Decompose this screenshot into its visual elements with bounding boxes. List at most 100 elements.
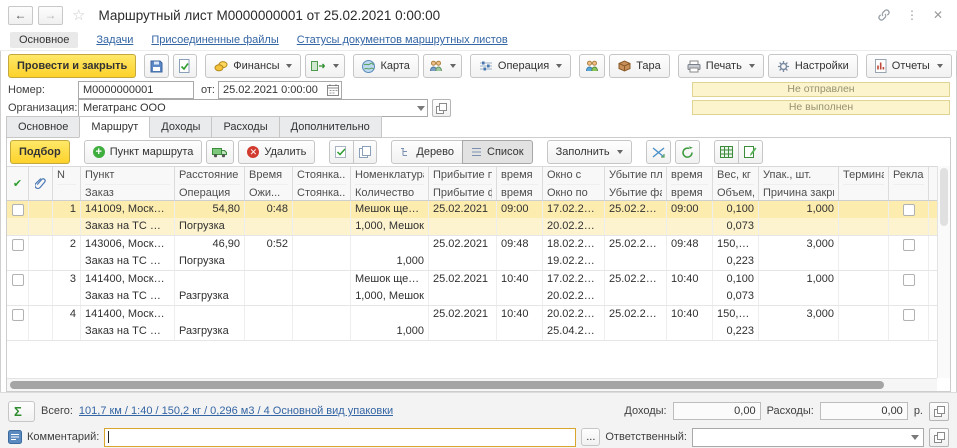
cell-sel[interactable] <box>7 306 29 340</box>
cell-time1[interactable] <box>245 271 293 305</box>
cell-sel[interactable] <box>7 271 29 305</box>
cell-window[interactable]: 17.02.2021...20.02.2021... <box>543 271 605 305</box>
cell-rasst[interactable]: 54,80Погрузка <box>175 201 245 235</box>
column-header-window[interactable]: Окно сОкно по <box>543 167 605 200</box>
truck-button[interactable] <box>206 140 234 164</box>
crew-button[interactable] <box>579 54 605 78</box>
column-header-punkt[interactable]: ПунктЗаказ <box>81 167 175 200</box>
vertical-scrollbar[interactable] <box>937 166 950 378</box>
cell-reklam[interactable] <box>889 201 929 235</box>
cell-stop[interactable] <box>293 306 351 340</box>
cell-punkt[interactable]: 141400, Московская ...Заказ на ТС М00000… <box>81 306 175 340</box>
cell-sel[interactable] <box>7 236 29 270</box>
cell-clip[interactable] <box>29 271 53 305</box>
cell-clip[interactable] <box>29 201 53 235</box>
finance-button[interactable]: Финансы <box>205 54 301 78</box>
cell-weight[interactable]: 0,1000,073 <box>713 271 759 305</box>
cell-n[interactable]: 1 <box>53 201 81 235</box>
reports-button[interactable]: Отчеты <box>866 54 952 78</box>
operation-button[interactable]: Операция <box>470 54 571 78</box>
cell-dep[interactable]: 25.02.2021 <box>605 236 667 270</box>
cell-window[interactable]: 20.02.2021...25.04.2021... <box>543 306 605 340</box>
cell-weight[interactable]: 150,1000,223 <box>713 236 759 270</box>
cell-sel[interactable] <box>7 201 29 235</box>
save-button[interactable] <box>144 54 169 78</box>
cell-nomen[interactable]: Мешок щебня1,000, Мешок <box>351 271 429 305</box>
totals-sigma-button[interactable]: Σ <box>8 401 35 422</box>
column-header-dep[interactable]: Убытие планУбытие факт <box>605 167 667 200</box>
column-header-time1[interactable]: ВремяОжи... <box>245 167 293 200</box>
cell-nomen[interactable]: 1,000 <box>351 236 429 270</box>
tab-general[interactable]: Основное <box>6 116 80 138</box>
column-header-stop[interactable]: Стоянка...Стоянка... <box>293 167 351 200</box>
tara-button[interactable]: Тара <box>609 54 670 78</box>
cell-window[interactable]: 18.02.2021...19.02.2021... <box>543 236 605 270</box>
column-header-arr[interactable]: Прибытие планПрибытие факт <box>429 167 497 200</box>
grid-edit-button[interactable] <box>738 140 763 164</box>
open-responsible-button[interactable] <box>929 428 949 447</box>
horizontal-scrollbar[interactable] <box>7 378 937 391</box>
tab-route[interactable]: Маршрут <box>79 116 150 138</box>
copy-button[interactable] <box>353 140 377 164</box>
cell-nomen[interactable]: 1,000 <box>351 306 429 340</box>
cell-terminal[interactable] <box>839 271 889 305</box>
tab-tasks[interactable]: Задачи <box>96 34 133 46</box>
delete-button[interactable]: ✕Удалить <box>238 140 315 164</box>
cell-arrtime[interactable]: 09:48 <box>497 236 543 270</box>
cell-clip[interactable] <box>29 306 53 340</box>
cell-dep[interactable]: 25.02.2021 <box>605 271 667 305</box>
list-view-button[interactable]: Список <box>462 140 533 164</box>
row-select-checkbox[interactable] <box>12 204 24 216</box>
cell-pack[interactable]: 1,000 <box>759 271 839 305</box>
tab-attached-files[interactable]: Присоединенные файлы <box>151 34 278 46</box>
cell-deptime[interactable]: 10:40 <box>667 306 713 340</box>
table-row[interactable]: 2143006, Московская ...Заказ на ТС М0000… <box>7 236 937 271</box>
post-document-button[interactable] <box>173 54 197 78</box>
table-row[interactable]: 3141400, Московская ...Заказ на ТС М0000… <box>7 271 937 306</box>
cell-n[interactable]: 3 <box>53 271 81 305</box>
tree-view-button[interactable]: Дерево <box>391 140 463 164</box>
tab-route-doc-statuses[interactable]: Статусы документов маршрутных листов <box>297 34 508 46</box>
cell-rasst[interactable]: Разгрузка <box>175 306 245 340</box>
settings-button[interactable]: Настройки <box>768 54 858 78</box>
cell-nomen[interactable]: Мешок щебня1,000, Мешок <box>351 201 429 235</box>
post-and-close-button[interactable]: Провести и закрыть <box>8 54 136 78</box>
chevron-down-icon[interactable] <box>911 435 919 440</box>
date-input[interactable]: 25.02.2021 0:00:00 <box>218 81 342 99</box>
number-input[interactable]: М0000000001 <box>78 81 194 99</box>
expense-field[interactable]: 0,00 <box>820 402 908 420</box>
calendar-icon[interactable] <box>327 84 339 96</box>
cell-pack[interactable]: 3,000 <box>759 236 839 270</box>
cell-arr[interactable]: 25.02.2021 <box>429 306 497 340</box>
cell-arr[interactable]: 25.02.2021 <box>429 201 497 235</box>
cell-arr[interactable]: 25.02.2021 <box>429 271 497 305</box>
cell-clip[interactable] <box>29 236 53 270</box>
favorite-star-icon[interactable]: ☆ <box>72 6 85 24</box>
close-icon[interactable]: ✕ <box>933 9 943 21</box>
cell-pack[interactable]: 3,000 <box>759 306 839 340</box>
swap-button[interactable] <box>646 140 671 164</box>
cell-reklam[interactable] <box>889 236 929 270</box>
responsible-combobox[interactable] <box>692 428 924 447</box>
grid-view-button[interactable] <box>714 140 739 164</box>
column-header-arrtime[interactable]: времявремя <box>497 167 543 200</box>
fill-button[interactable]: Заполнить <box>547 140 632 164</box>
table-row[interactable]: 1141009, Московская ...Заказ на ТС М0000… <box>7 201 937 236</box>
cell-stop[interactable] <box>293 236 351 270</box>
cell-terminal[interactable] <box>839 306 889 340</box>
add-route-point-button[interactable]: +Пункт маршрута <box>84 140 203 164</box>
cell-punkt[interactable]: 143006, Московская ...Заказ на ТС М00000… <box>81 236 175 270</box>
column-header-n[interactable]: N <box>53 167 81 200</box>
cell-dep[interactable]: 25.02.2021 <box>605 306 667 340</box>
cell-weight[interactable]: 150,1000,223 <box>713 306 759 340</box>
comment-input[interactable] <box>104 428 576 447</box>
column-header-clip[interactable] <box>29 167 53 200</box>
totals-link[interactable]: 101,7 км / 1:40 / 150,2 кг / 0,296 м3 / … <box>79 405 393 417</box>
chevron-down-icon[interactable] <box>417 106 425 111</box>
cell-stop[interactable] <box>293 201 351 235</box>
column-header-rasst[interactable]: РасстояниеОперация <box>175 167 245 200</box>
reclamation-checkbox[interactable] <box>903 204 915 216</box>
cell-deptime[interactable]: 09:48 <box>667 236 713 270</box>
tab-main[interactable]: Основное <box>10 32 78 48</box>
map-button[interactable]: Карта <box>353 54 418 78</box>
